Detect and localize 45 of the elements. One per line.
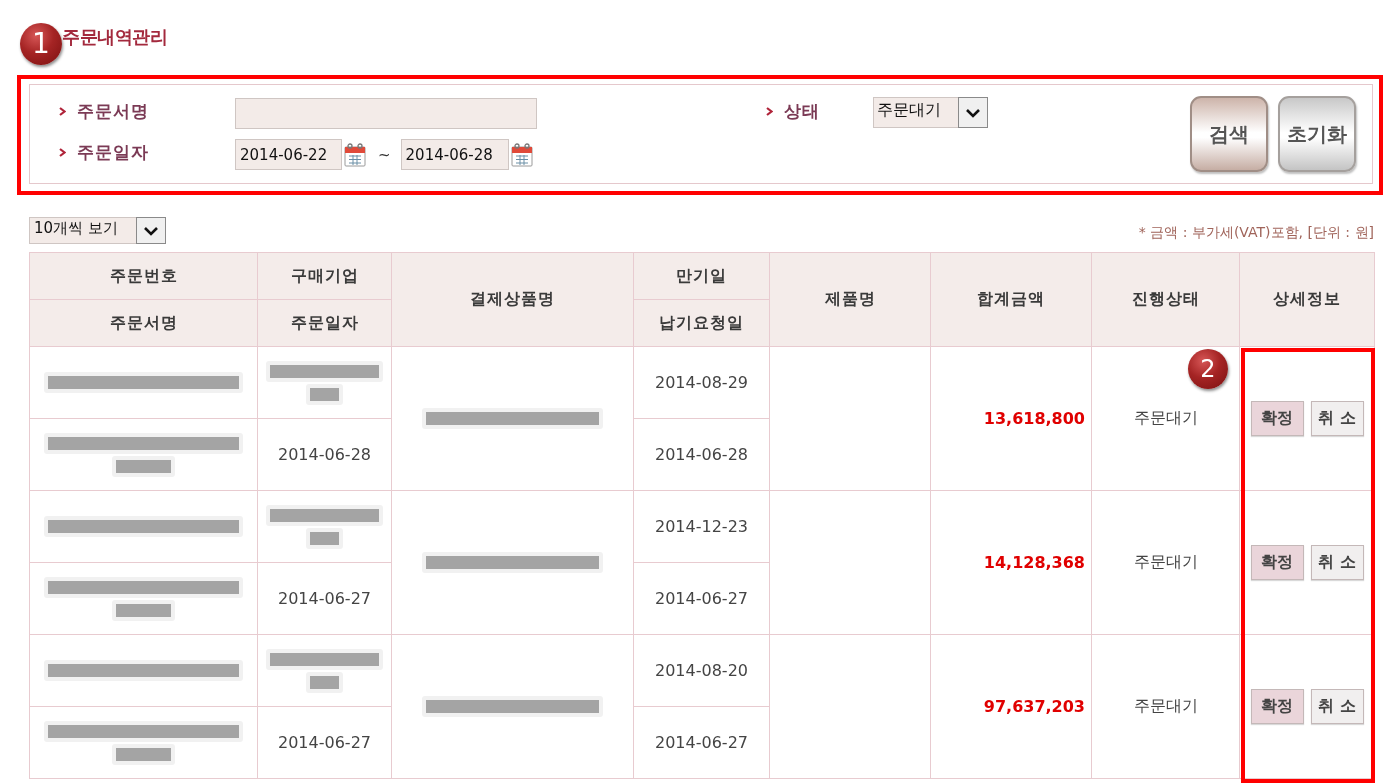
range-separator: ~ [378,145,391,164]
page-title: 주문내역관리 [62,25,167,49]
column-header: 합계금액 [930,252,1092,347]
column-header: 구매기업 [257,252,392,300]
reset-button[interactable]: 초기화 [1278,96,1356,172]
table-cell: 2014-08-20 [633,634,770,707]
table-cell: 13,618,800 [930,346,1092,491]
column-header: 주문번호 [29,252,258,300]
table-cell: 97,637,203 [930,634,1092,779]
calendar-icon [344,142,366,167]
table-cell: 14,128,368 [930,490,1092,635]
cancel-button[interactable]: 취 소 [1310,545,1364,580]
field-label: 주문일자 [77,141,149,164]
chevron-right-icon [766,107,773,116]
vat-note: * 금액 : 부가세(VAT)포함, [단위 : 원] [1138,223,1374,242]
table-cell: 2014-08-29 [633,346,770,419]
column-header: 주문서명 [29,299,258,347]
confirm-button[interactable]: 확정 [1250,545,1304,580]
column-header: 만기일 [633,252,770,300]
search-button[interactable]: 검색 [1190,96,1268,172]
table-cell: 2014-12-23 [633,490,770,563]
date-field[interactable]: 2014-06-22 [235,139,342,170]
chevron-down-icon [964,106,982,119]
cancel-button[interactable]: 취 소 [1310,401,1364,436]
step-marker: 1 [20,23,62,65]
table-cell: 주문대기 [1091,490,1240,635]
chevron-down-icon [142,224,160,237]
confirm-button[interactable]: 확정 [1250,689,1304,724]
date-field[interactable]: 2014-06-28 [400,139,509,170]
column-header: 결제상품명 [391,252,634,347]
step-marker: 2 [1188,349,1228,389]
column-header: 주문일자 [257,299,392,347]
calendar-icon [510,142,533,167]
cancel-button[interactable]: 취 소 [1310,689,1364,724]
table-cell: 주문대기 [1091,634,1240,779]
field-label: 주문서명 [77,100,149,123]
column-header: 진행상태 [1091,252,1240,347]
column-header: 납기요청일 [633,299,770,347]
column-header: 상세정보 [1239,252,1375,347]
chevron-right-icon [59,107,66,116]
chevron-right-icon [59,148,66,157]
text-field[interactable] [235,98,537,129]
field-label: 상태 [784,100,820,123]
column-header: 제품명 [769,252,931,347]
confirm-button[interactable]: 확정 [1250,401,1304,436]
